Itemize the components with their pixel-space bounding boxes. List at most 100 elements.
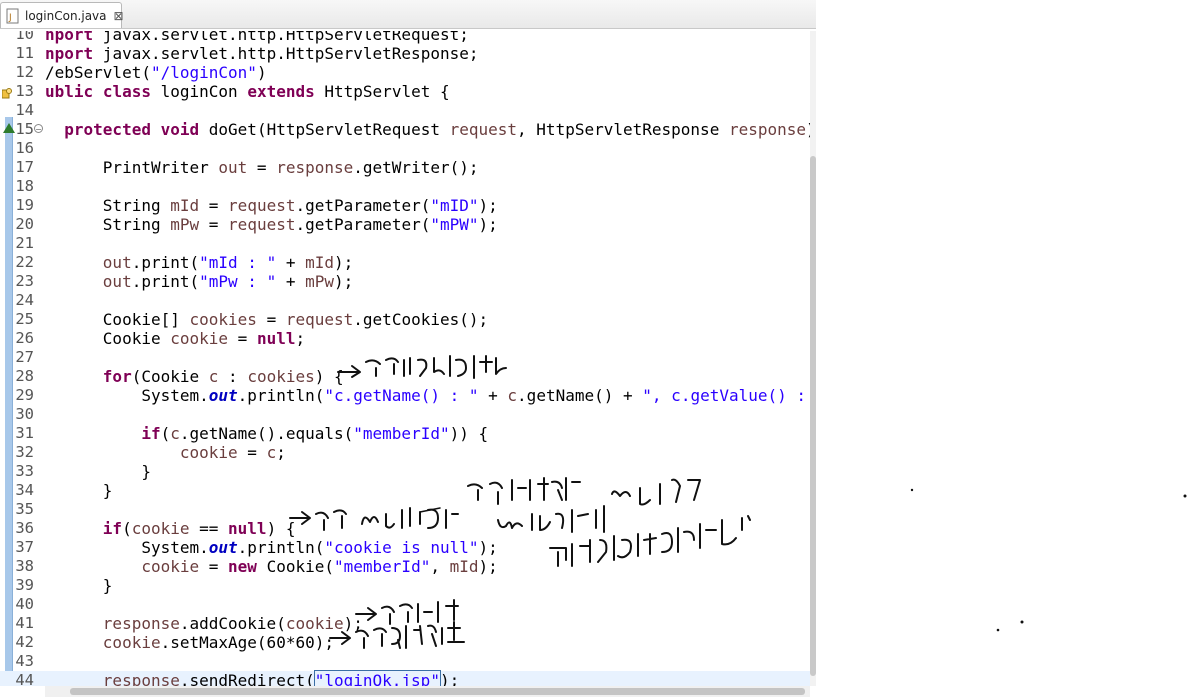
line-number: 27 (15, 348, 34, 366)
code-line[interactable]: 10 nport javax.servlet.http.HttpServletRe… (0, 31, 810, 44)
line-number: 33 (15, 462, 34, 480)
code-line[interactable]: 11 nport javax.servlet.http.HttpServletRe… (0, 44, 810, 63)
line-number: 10 (15, 31, 34, 43)
horizontal-scrollbar[interactable] (45, 686, 810, 697)
code-line[interactable]: 25 Cookie[] cookies = request.getCookies… (0, 310, 810, 329)
code-text[interactable]: nport javax.servlet.http.HttpServletResp… (45, 44, 478, 63)
code-text[interactable]: nport javax.servlet.http.HttpServletRequ… (45, 31, 469, 44)
line-number: 26 (15, 329, 34, 347)
line-number: 40 (15, 595, 34, 613)
code-line[interactable]: 38 cookie = new Cookie("memberId", mId); (0, 557, 810, 576)
code-line[interactable]: 39 } (0, 576, 810, 595)
line-number: 37 (15, 538, 34, 556)
code-line[interactable]: 28 for(Cookie c : cookies) { (0, 367, 810, 386)
line-number: 35 (15, 500, 34, 518)
line-number: 16 (15, 139, 34, 157)
code-text[interactable]: Cookie[] cookies = request.getCookies(); (45, 310, 488, 329)
code-text[interactable]: System.out.println("c.getName() : " + c.… (45, 386, 816, 405)
code-line[interactable]: 32 cookie = c; (0, 443, 810, 462)
code-text[interactable]: if(cookie == null) { (45, 519, 296, 538)
tab-label: loginCon.java (25, 8, 107, 23)
code-text[interactable]: String mId = request.getParameter("mID")… (45, 196, 498, 215)
code-line[interactable]: −15 protected void doGet(HttpServletRequ… (0, 120, 816, 139)
warning-icon[interactable] (1, 84, 12, 99)
line-number: 19 (15, 196, 34, 214)
code-text[interactable]: out.print("mId : " + mId); (45, 253, 353, 272)
code-area[interactable]: 10 nport javax.servlet.http.HttpServletRe… (0, 31, 816, 686)
line-number: 30 (15, 405, 34, 423)
code-line[interactable]: 22 out.print("mId : " + mId); (0, 253, 810, 272)
code-text[interactable]: response.sendRedirect("loginOk.jsp"); (45, 670, 459, 686)
code-line[interactable]: 35 (0, 500, 810, 519)
code-line[interactable]: 16 (0, 139, 810, 158)
code-text[interactable]: cookie = c; (45, 443, 286, 462)
code-line[interactable]: 18 (0, 177, 810, 196)
code-editor[interactable]: J loginCon.java ⊠ 10 nport javax.servlet.… (0, 0, 816, 697)
code-line[interactable]: 36 if(cookie == null) { (0, 519, 810, 538)
code-text[interactable]: } (45, 462, 151, 481)
code-text[interactable]: String mPw = request.getParameter("mPW")… (45, 215, 498, 234)
code-text[interactable]: cookie.setMaxAge(60*60); (45, 633, 334, 652)
line-number: 20 (15, 215, 34, 233)
code-text[interactable]: out.print("mPw : " + mPw); (45, 272, 353, 291)
code-text[interactable]: if(c.getName().equals("memberId")) { (45, 424, 488, 443)
horizontal-scroll-thumb[interactable] (70, 688, 805, 695)
code-text[interactable]: } (45, 481, 113, 500)
code-text[interactable]: ublic class loginCon extends HttpServlet… (45, 82, 450, 101)
vertical-scrollbar[interactable] (810, 31, 816, 686)
code-line[interactable]: 17 PrintWriter out = response.getWriter(… (0, 158, 810, 177)
code-line[interactable]: 30 (0, 405, 810, 424)
line-number: 18 (15, 177, 34, 195)
code-line[interactable]: 31 if(c.getName().equals("memberId")) { (0, 424, 810, 443)
code-line[interactable]: 19 String mId = request.getParameter("mI… (0, 196, 810, 215)
line-number: 32 (15, 443, 34, 461)
line-number: 28 (15, 367, 34, 385)
code-line[interactable]: 37 System.out.println("cookie is null"); (0, 538, 810, 557)
java-file-icon: J (6, 8, 20, 24)
code-line[interactable]: 26 Cookie cookie = null; (0, 329, 810, 348)
code-line[interactable]: 29 System.out.println("c.getName() : " +… (0, 386, 816, 405)
code-line[interactable]: 23 out.print("mPw : " + mPw); (0, 272, 810, 291)
tab-logincon-java[interactable]: J loginCon.java ⊠ (0, 2, 124, 28)
code-line[interactable]: 41 response.addCookie(cookie); (0, 614, 810, 633)
line-number: 38 (15, 557, 34, 575)
line-number: 15 (15, 120, 34, 138)
code-line[interactable]: 27 (0, 348, 810, 367)
code-text[interactable]: PrintWriter out = response.getWriter(); (45, 158, 479, 177)
code-line[interactable]: 21 (0, 234, 810, 253)
line-number: 24 (15, 291, 34, 309)
code-text[interactable]: System.out.println("cookie is null"); (45, 538, 497, 557)
code-line[interactable]: 42 cookie.setMaxAge(60*60); (0, 633, 810, 652)
code-text[interactable]: Cookie cookie = null; (45, 329, 305, 348)
collapse-icon[interactable]: − (34, 124, 43, 134)
code-text[interactable]: for(Cookie c : cookies) { (45, 367, 344, 386)
code-text[interactable]: response.addCookie(cookie); (45, 614, 363, 633)
line-number: 25 (15, 310, 34, 328)
line-number: 14 (15, 101, 34, 119)
editor-tab-bar: J loginCon.java ⊠ (0, 0, 816, 29)
code-line[interactable]: 13 ublic class loginCon extends HttpServl… (0, 82, 810, 101)
code-text[interactable]: /ebServlet("/loginCon") (45, 63, 267, 82)
code-line[interactable]: 44 response.sendRedirect("loginOk.jsp"); (0, 670, 810, 686)
line-number: 22 (15, 253, 34, 271)
code-line[interactable]: 33 } (0, 462, 810, 481)
code-line[interactable]: 14 (0, 101, 810, 120)
code-line[interactable]: 34 } (0, 481, 810, 500)
line-number: 42 (15, 633, 34, 651)
code-line[interactable]: 40 (0, 595, 810, 614)
line-number: 44 (15, 671, 34, 686)
line-number: 12 (15, 63, 34, 81)
line-number: 17 (15, 158, 34, 176)
line-number: 23 (15, 272, 34, 290)
vertical-scroll-thumb[interactable] (810, 156, 816, 676)
code-text[interactable]: } (45, 576, 113, 595)
code-line[interactable]: 20 String mPw = request.getParameter("mP… (0, 215, 810, 234)
code-line[interactable]: 24 (0, 291, 810, 310)
line-number: 43 (15, 652, 34, 670)
code-line[interactable]: 43 (0, 652, 810, 671)
code-text[interactable]: cookie = new Cookie("memberId", mId); (45, 557, 497, 576)
code-text[interactable]: protected void doGet(HttpServletRequest … (45, 120, 816, 139)
close-icon[interactable]: ⊠ (114, 9, 124, 23)
code-line[interactable]: 12/ebServlet("/loginCon") (0, 63, 810, 82)
line-number: 36 (15, 519, 34, 537)
